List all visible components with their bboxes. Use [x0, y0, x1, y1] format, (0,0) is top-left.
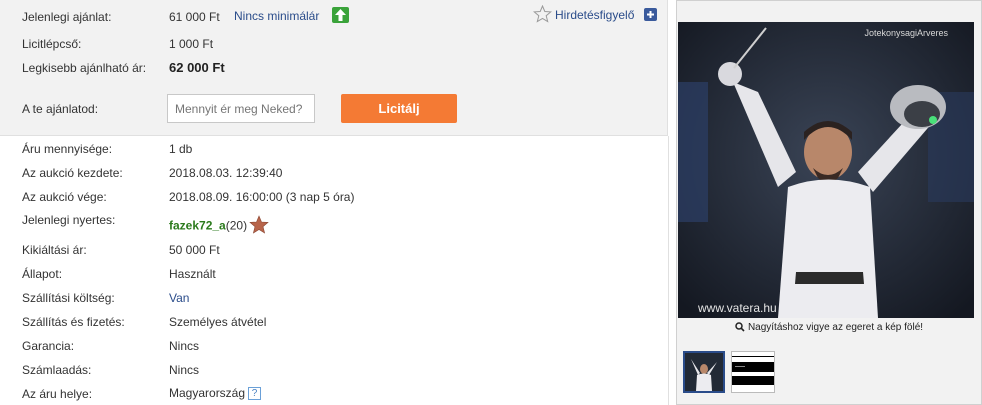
thumbnail-1[interactable]	[683, 351, 725, 393]
zoom-hint: Nagyításhoz vigye az egeret a kép fölé!	[677, 322, 981, 333]
up-arrow-icon[interactable]	[332, 7, 349, 23]
help-icon[interactable]: ?	[248, 387, 262, 401]
thumbnail-2[interactable]	[731, 351, 775, 393]
current-winner: fazek72_a(20)	[169, 215, 269, 236]
divider	[668, 136, 669, 405]
shipping-payment-value: Személyes átvétel	[169, 315, 267, 329]
star-outline-icon	[533, 5, 552, 23]
shipping-cost-label: Szállítási költség:	[22, 291, 115, 305]
bid-step-label: Licitlépcső:	[22, 37, 82, 51]
photo-watermark-bottom: www.vatera.hu	[697, 301, 777, 315]
invoice-value: Nincs	[169, 363, 200, 377]
plus-icon[interactable]	[644, 8, 657, 21]
bid-button[interactable]: Licitálj	[341, 94, 457, 123]
quantity-value: 1 db	[169, 142, 193, 156]
warranty-value: Nincs	[169, 339, 200, 353]
winner-rating: (20)	[225, 218, 248, 233]
product-photo[interactable]: JotekonysagiArveres www.vatera.hu	[678, 22, 974, 318]
condition-value: Használt	[169, 267, 216, 281]
starting-price-label: Kikiáltási ár:	[22, 243, 87, 257]
bid-box: Jelenlegi ajánlat: 61 000 Ft Nincs minim…	[0, 0, 668, 136]
bid-amount-input[interactable]	[167, 94, 315, 123]
your-offer-label: A te ajánlatod:	[22, 102, 99, 116]
auction-end-value: 2018.08.09. 16:00:00 (3 nap 5 óra)	[169, 190, 355, 204]
shipping-payment-label: Szállítás és fizetés:	[22, 315, 125, 329]
min-bid-value: 62 000 Ft	[169, 60, 225, 75]
condition-label: Állapot:	[22, 267, 63, 281]
item-location-value: Magyarország	[169, 386, 246, 400]
trophy-star-icon	[249, 215, 269, 234]
auction-start-value: 2018.08.03. 12:39:40	[169, 166, 283, 180]
bid-step-value: 1 000 Ft	[169, 37, 214, 51]
image-panel: JotekonysagiArveres www.vatera.hu Nagyít…	[676, 0, 982, 405]
auction-start-label: Az aukció kezdete:	[22, 166, 123, 180]
photo-watermark-top: JotekonysagiArveres	[864, 28, 948, 38]
zoom-hint-text: Nagyításhoz vigye az egeret a kép fölé!	[747, 322, 924, 333]
current-offer-label: Jelenlegi ajánlat:	[22, 10, 112, 24]
item-location-label: Az áru helye:	[22, 387, 93, 401]
no-minimum-link[interactable]: Nincs minimálár	[234, 9, 319, 23]
winner-username-link[interactable]: fazek72_a	[169, 219, 226, 233]
shipping-cost-link[interactable]: Van	[169, 291, 189, 305]
min-bid-label: Legkisebb ajánlható ár:	[22, 61, 147, 75]
current-offer-value: 61 000 Ft	[169, 10, 220, 24]
current-winner-label: Jelenlegi nyertes:	[22, 213, 116, 227]
fencer-photo-illustration: JotekonysagiArveres www.vatera.hu	[678, 22, 974, 318]
quantity-label: Áru mennyisége:	[22, 142, 113, 156]
warranty-label: Garancia:	[22, 339, 75, 353]
starting-price-value: 50 000 Ft	[169, 243, 220, 257]
magnifier-icon	[735, 322, 745, 332]
item-location: Magyarország?	[169, 386, 262, 401]
invoice-label: Számlaadás:	[22, 363, 92, 377]
watch-label: Hirdetésfigyelő	[555, 8, 635, 22]
auction-end-label: Az aukció vége:	[22, 190, 107, 204]
